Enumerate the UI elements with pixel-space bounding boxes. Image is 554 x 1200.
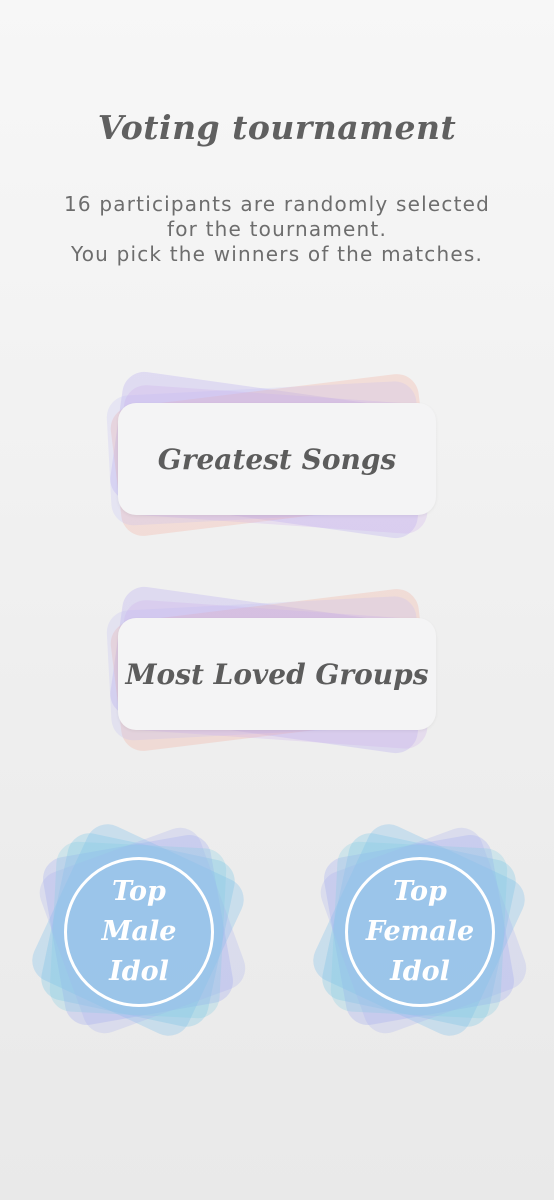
most-loved-groups-label: Most Loved Groups: [125, 657, 429, 691]
greatest-songs-button[interactable]: Greatest Songs: [118, 403, 436, 515]
top-female-idol-card[interactable]: Top Female Idol: [304, 815, 534, 1045]
top-female-idol-label-line-2: Female: [365, 916, 475, 947]
description: 16 participants are randomly selected fo…: [0, 192, 554, 267]
top-male-idol-label-line-2: Male: [101, 916, 177, 947]
description-line-3: You pick the winners of the matches.: [70, 242, 484, 266]
top-male-idol-button[interactable]: Top Male Idol: [64, 857, 214, 1007]
top-male-idol-label-line-1: Top: [112, 876, 166, 907]
description-line-2: for the tournament.: [166, 217, 388, 241]
top-female-idol-button[interactable]: Top Female Idol: [345, 857, 495, 1007]
greatest-songs-card[interactable]: Greatest Songs: [80, 360, 460, 550]
top-male-idol-label-line-3: Idol: [109, 956, 169, 987]
most-loved-groups-button[interactable]: Most Loved Groups: [118, 618, 436, 730]
page-title: Voting tournament: [97, 108, 457, 147]
top-male-idol-card[interactable]: Top Male Idol: [23, 815, 253, 1045]
top-female-idol-label-line-3: Idol: [390, 956, 450, 987]
top-female-idol-label-line-1: Top: [393, 876, 447, 907]
description-line-1: 16 participants are randomly selected: [63, 192, 491, 216]
most-loved-groups-card[interactable]: Most Loved Groups: [80, 575, 460, 765]
greatest-songs-label: Greatest Songs: [157, 442, 397, 476]
